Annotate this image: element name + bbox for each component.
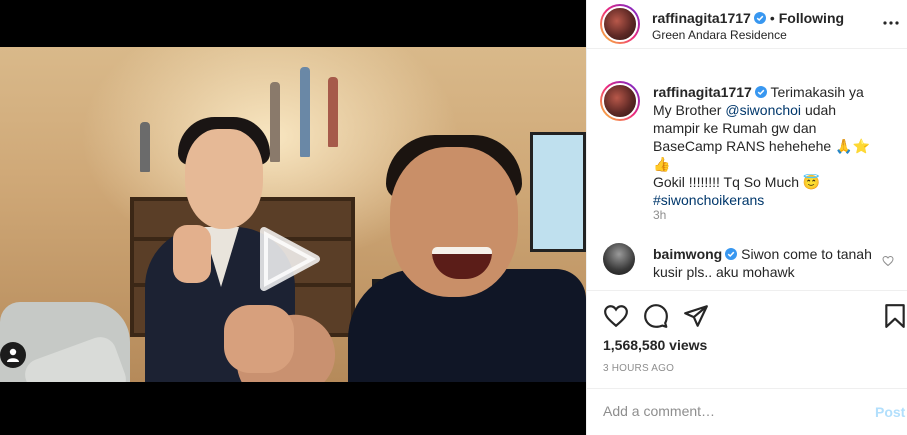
post-actions: 1,568,580 views 3 HOURS AGO Post <box>587 290 907 435</box>
verified-badge-icon <box>725 248 738 260</box>
post-sidebar: raffinagita1717 • Following Green Andara R… <box>586 0 907 435</box>
paper-plane-icon[interactable] <box>683 303 709 329</box>
location-link[interactable]: Green Andara Residence <box>652 28 787 42</box>
bookmark-icon[interactable] <box>882 303 907 329</box>
verified-badge-icon <box>754 86 767 98</box>
post-timestamp[interactable]: 3 HOURS AGO <box>603 363 674 374</box>
post-media <box>0 0 586 435</box>
hashtag-link[interactable]: #siwonchoikerans <box>653 192 764 208</box>
commenter-username[interactable]: baimwong <box>653 246 722 262</box>
caption-timestamp[interactable]: 3h <box>653 208 666 222</box>
comment-like-icon[interactable] <box>882 255 894 267</box>
comment-item: baimwong Siwon come to tanah kusir pls..… <box>653 245 873 281</box>
caption-avatar[interactable] <box>600 81 640 121</box>
video-player[interactable] <box>0 47 586 382</box>
author-username[interactable]: raffinagita1717 <box>652 10 751 26</box>
more-options-icon[interactable] <box>883 15 899 31</box>
caption-username[interactable]: raffinagita1717 <box>653 84 752 100</box>
comment-bubble-icon[interactable] <box>643 303 669 329</box>
author-avatar[interactable] <box>600 4 640 44</box>
comment-input[interactable] <box>603 403 843 419</box>
separator-dot: • <box>769 10 775 26</box>
post-header: raffinagita1717 • Following Green Andara R… <box>587 0 907 49</box>
following-button[interactable]: Following <box>779 10 844 26</box>
add-comment-bar: Post <box>587 388 907 435</box>
post-caption: raffinagita1717 Terimakasih ya My Brothe… <box>653 84 870 208</box>
user-tag-icon[interactable] <box>0 342 26 368</box>
heart-icon[interactable] <box>603 303 629 329</box>
commenter-avatar[interactable] <box>603 243 635 275</box>
post-button[interactable]: Post <box>875 404 905 420</box>
view-count[interactable]: 1,568,580 views <box>603 337 707 353</box>
play-icon[interactable] <box>258 225 322 293</box>
comments-list[interactable]: raffinagita1717 Terimakasih ya My Brothe… <box>587 50 907 290</box>
emoji-halo: 😇 <box>802 174 821 190</box>
mention-link[interactable]: @siwonchoi <box>725 102 801 118</box>
verified-badge-icon <box>753 12 766 24</box>
